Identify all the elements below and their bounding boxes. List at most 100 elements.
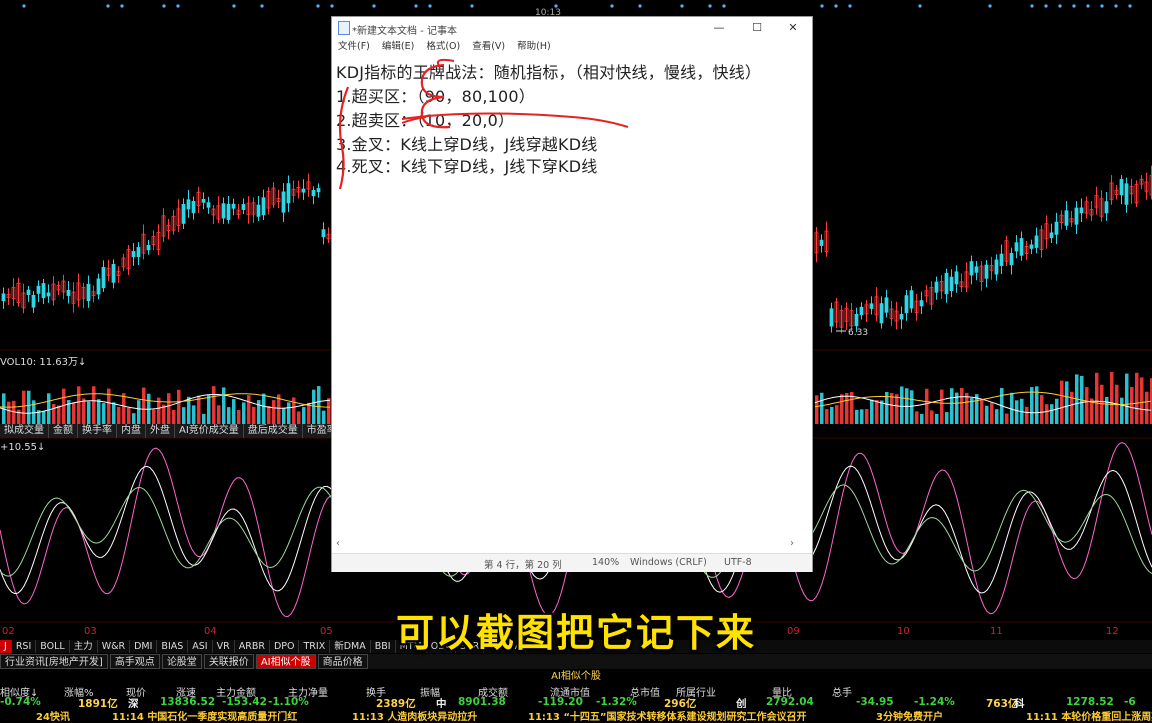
volume-bar (247, 395, 251, 424)
news-ticker[interactable]: 24快讯 11:14 中国石化一季度实现高质量开门红 11:13 人造肉板块异动拉升… (0, 708, 1152, 723)
volume-bar (820, 392, 824, 424)
notepad-window[interactable]: *新建文本文档 - 记事本 — ☐ ✕ 文件(F) 编辑(E) 格式(O) 查看… (332, 17, 812, 572)
news-item[interactable]: 24快讯 (36, 708, 70, 723)
menu-help[interactable]: 帮助(H) (511, 39, 557, 55)
volume-bar (995, 409, 999, 424)
signal-dot (470, 4, 474, 8)
volume-bar (1070, 391, 1074, 424)
signal-dot (428, 4, 432, 8)
index-value: -0.74% (0, 696, 41, 708)
video-subtitle: 可以截图把它记下来 (395, 611, 756, 655)
volume-bar (222, 387, 226, 424)
volume-bar (307, 402, 311, 424)
candle-body (879, 303, 884, 324)
menu-file[interactable]: 文件(F) (332, 39, 376, 55)
signal-dot (120, 4, 124, 8)
ind-tab[interactable]: 外盘 (146, 424, 175, 438)
ind-tab[interactable]: 换手率 (78, 424, 117, 438)
ind-tab[interactable]: 金额 (49, 424, 78, 438)
volume-bar (167, 393, 171, 424)
index-value: -34.95 (856, 696, 894, 708)
volume-bar (950, 388, 954, 424)
volume-bar (72, 402, 76, 424)
news-item[interactable]: 11:14 中国石化一季度实现高质量开门红 (112, 708, 297, 723)
volume-bar (935, 413, 939, 424)
news-item[interactable]: 11:13 人造肉板块异动拉升 (352, 708, 477, 723)
vol-name: VOL10: (0, 357, 37, 368)
market-index-row: -0.74% 1891亿深 13836.52 -153.42 -1.10% 2389亿中 8… (0, 696, 1152, 710)
signal-dot (1030, 4, 1034, 8)
signal-dot (848, 4, 852, 8)
volume-bar (267, 406, 271, 424)
volume-bar (102, 403, 106, 424)
volume-bar (92, 386, 96, 424)
candle-body (984, 264, 989, 279)
vol-indicator-label: VOL10: 11.63万↓ (0, 353, 86, 368)
ind-tab[interactable]: AI竞价成交量 (175, 424, 244, 438)
candle-body (899, 313, 904, 320)
news-item[interactable]: 3分钟免费开户 (876, 708, 943, 723)
candle-body (206, 202, 211, 208)
volume-bar (920, 413, 924, 424)
volume-bar (1100, 384, 1104, 424)
volume-bar (1125, 373, 1129, 424)
candle-body (859, 306, 864, 315)
ai-table-headers: 相似度↓ 涨幅% 现价 涨速 主力金额 主力净量 换手 振幅 成交额 流通市值 总市值 所属行业 量比总… (0, 684, 1152, 699)
candle-body (969, 261, 974, 276)
signal-dot (1100, 4, 1104, 8)
candle-body (256, 204, 261, 217)
menu-edit[interactable]: 编辑(E) (376, 39, 420, 55)
notepad-text-area[interactable]: KDJ指标的王牌战法：随机指标，（相对快线，慢线，快线） 1.超买区：（90，8… (332, 57, 812, 537)
candle-body (301, 188, 306, 193)
volume-bar (1030, 387, 1034, 424)
volume-bar (122, 393, 126, 424)
ind-tab[interactable]: 拟成交量 (0, 424, 49, 438)
volume-bar (860, 409, 864, 424)
candle-body (934, 281, 939, 293)
close-button[interactable]: ✕ (778, 19, 808, 37)
ind-tab[interactable]: 内盘 (117, 424, 146, 438)
minimize-button[interactable]: — (704, 19, 734, 37)
signal-dot (1044, 4, 1048, 8)
index-value: -119.20 (538, 696, 583, 708)
volume-bar (302, 407, 306, 424)
candle-body (1034, 235, 1039, 248)
index-value: 13836.52 (160, 696, 216, 708)
candle-body (949, 276, 954, 291)
volume-bar (1145, 391, 1149, 424)
signal-dot (176, 4, 180, 8)
menu-view[interactable]: 查看(V) (466, 39, 511, 55)
scroll-left-icon[interactable]: ‹ (336, 538, 340, 549)
index-value: -1.32% (596, 696, 637, 708)
volume-bar (207, 395, 211, 424)
volume-bar (895, 394, 899, 424)
news-item[interactable]: 11:13 “十四五”国家技术转移体系建设规划研究工作会议召开 (528, 708, 806, 723)
volume-bar (840, 394, 844, 424)
volume-bar (47, 393, 51, 424)
signal-dot (414, 4, 418, 8)
ind-tab[interactable]: 盘后成交量 (243, 424, 303, 438)
volume-bar (287, 402, 291, 424)
volume-bar (322, 410, 326, 424)
vol-value: 11.63万↓ (39, 357, 87, 368)
volume-bar (227, 407, 231, 424)
notepad-titlebar[interactable]: *新建文本文档 - 记事本 — ☐ ✕ (332, 17, 812, 39)
candle-body (36, 285, 41, 294)
candle-body (186, 199, 191, 210)
horizontal-scrollbar[interactable]: ‹ › (332, 537, 802, 553)
volume-bar (915, 411, 919, 424)
volume-bar (1025, 406, 1029, 424)
signal-dot (22, 4, 26, 8)
volume-bar (900, 386, 904, 424)
news-item[interactable]: 11:11 本轮价格重回上涨周期 (1026, 708, 1152, 723)
volume-bar (865, 409, 869, 424)
candle-body (226, 203, 231, 220)
scroll-right-icon[interactable]: › (790, 538, 794, 549)
volume-bar (835, 405, 839, 424)
menu-format[interactable]: 格式(O) (420, 39, 466, 55)
candle-body (1079, 207, 1084, 214)
volume-bar (132, 413, 136, 424)
candle-body (96, 278, 101, 295)
candle-body (954, 271, 959, 285)
maximize-button[interactable]: ☐ (742, 19, 772, 37)
